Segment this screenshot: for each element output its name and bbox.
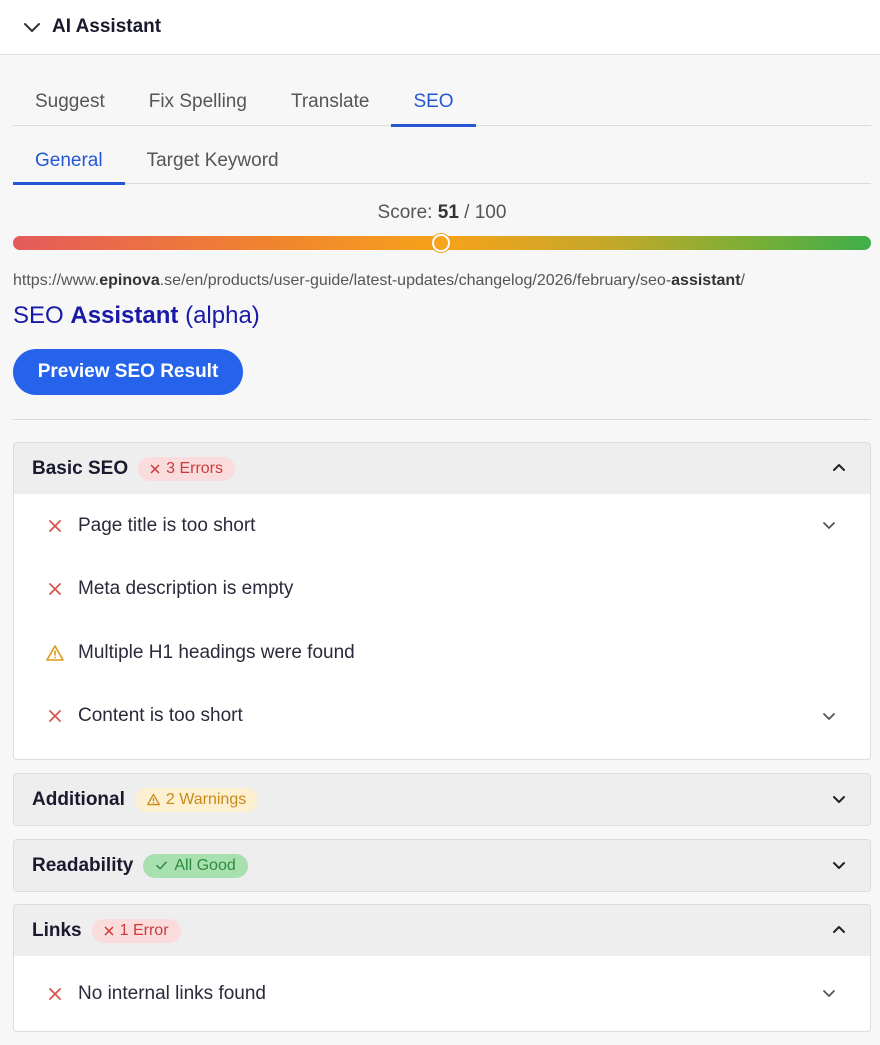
score-value: 51 <box>437 202 459 223</box>
panel-title: AI Assistant <box>52 16 162 37</box>
section-title: Links <box>32 919 82 941</box>
error-x-icon <box>46 985 64 1003</box>
item-label: Page title is too short <box>78 514 256 536</box>
close-icon <box>104 925 114 936</box>
section-additional-header[interactable]: Additional 2 Warnings <box>14 774 870 825</box>
url-bold: assistant <box>671 272 741 289</box>
badge-label: 1 Error <box>119 921 169 939</box>
section-links: Links 1 Error No internal links found <box>13 904 871 1032</box>
chevron-down-icon[interactable] <box>820 707 838 725</box>
close-icon <box>150 463 160 474</box>
error-x-icon <box>46 517 64 535</box>
subtab-general[interactable]: General <box>13 138 125 185</box>
divider <box>13 419 871 420</box>
badge-label: 3 Errors <box>166 459 224 477</box>
list-item[interactable]: Content is too short <box>14 685 870 749</box>
section-basic-seo: Basic SEO 3 Errors Page title is too sho… <box>13 442 871 760</box>
url-part: https://www. <box>13 272 100 289</box>
error-badge: 3 Errors <box>138 456 236 481</box>
section-title: Additional <box>32 788 125 810</box>
panel-header[interactable]: AI Assistant <box>0 0 880 55</box>
error-x-icon <box>46 580 64 598</box>
badge-label: 2 Warnings <box>165 790 247 808</box>
tab-suggest[interactable]: Suggest <box>13 78 127 126</box>
main-tabs: Suggest Fix Spelling Translate SEO <box>13 78 871 127</box>
check-icon <box>155 859 168 872</box>
tab-translate[interactable]: Translate <box>269 78 392 126</box>
section-readability-header[interactable]: Readability All Good <box>14 840 870 891</box>
chevron-down-icon[interactable] <box>830 790 848 808</box>
score-prefix: Score: <box>377 202 433 223</box>
section-title: Basic SEO <box>32 457 129 479</box>
score-max: 100 <box>474 202 507 223</box>
seo-title-part: SEO <box>13 302 71 329</box>
warning-icon <box>46 644 64 662</box>
list-item[interactable]: No internal links found <box>14 956 870 1031</box>
item-label: No internal links found <box>78 982 266 1004</box>
page-url: https://www.epinova.se/en/products/user-… <box>13 272 873 290</box>
warning-badge: 2 Warnings <box>134 787 259 812</box>
chevron-down-icon[interactable] <box>820 984 838 1002</box>
subtab-target-keyword[interactable]: Target Keyword <box>125 138 301 184</box>
sub-tabs: General Target Keyword <box>13 138 871 185</box>
chevron-down-icon[interactable] <box>830 856 848 874</box>
url-part: / <box>740 272 745 289</box>
list-item[interactable]: Page title is too short <box>14 494 870 558</box>
success-badge: All Good <box>143 853 248 878</box>
section-additional: Additional 2 Warnings <box>13 773 871 826</box>
chevron-up-icon[interactable] <box>830 921 848 939</box>
section-basic-seo-header[interactable]: Basic SEO 3 Errors <box>14 443 870 494</box>
error-badge: 1 Error <box>91 918 181 943</box>
section-title: Readability <box>32 854 134 876</box>
score-label: Score: 51 / 100 <box>0 202 880 224</box>
tab-fix-spelling[interactable]: Fix Spelling <box>127 78 269 126</box>
seo-title-preview: SEO Assistant (alpha) <box>13 302 260 330</box>
url-part: .se/en/products/user-guide/latest-update… <box>159 272 672 289</box>
score-indicator <box>431 234 450 252</box>
tab-seo[interactable]: SEO <box>391 78 476 127</box>
item-label: Content is too short <box>78 705 243 727</box>
seo-title-part: (alpha) <box>178 302 260 329</box>
section-links-header[interactable]: Links 1 Error <box>14 905 870 956</box>
chevron-down-icon[interactable] <box>820 516 838 534</box>
score-separator: / <box>464 202 470 223</box>
preview-seo-result-button[interactable]: Preview SEO Result <box>13 349 243 395</box>
warning-icon <box>146 793 160 806</box>
seo-title-bold: Assistant <box>70 302 179 329</box>
url-bold: epinova <box>99 272 160 289</box>
error-x-icon <box>46 707 64 725</box>
item-label: Meta description is empty <box>78 578 294 600</box>
item-label: Multiple H1 headings were found <box>78 641 355 663</box>
chevron-down-icon[interactable] <box>22 17 42 37</box>
list-item: Multiple H1 headings were found <box>14 621 870 685</box>
chevron-up-icon[interactable] <box>830 459 848 477</box>
section-readability: Readability All Good <box>13 839 871 892</box>
badge-label: All Good <box>174 856 236 874</box>
list-item: Meta description is empty <box>14 558 870 622</box>
